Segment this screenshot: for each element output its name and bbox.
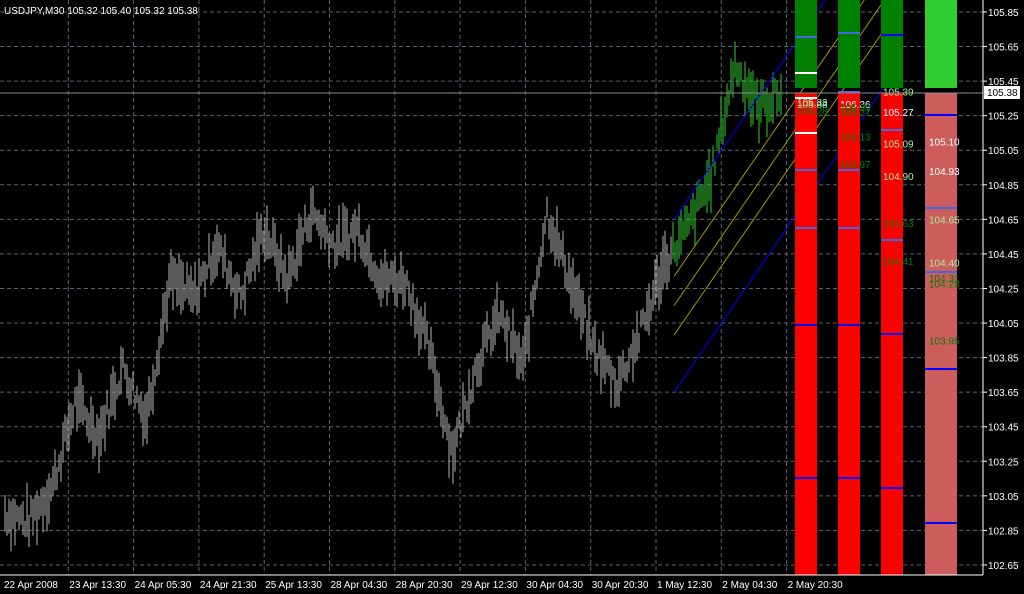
y-tick-label: 103.65 [988,388,1019,399]
y-tick-label: 105.05 [988,146,1019,157]
pivot-label: 105.13 [840,132,871,143]
grid [0,0,983,575]
x-tick-label: 2 May 04:30 [722,580,777,591]
pivot-label: 105.27 [840,108,871,119]
pivot-label: 105.27 [883,108,914,119]
pivot-green-zone [795,0,817,88]
pivot-level [795,477,817,479]
pivot-level [795,72,817,74]
y-tick-label: 104.65 [988,215,1019,226]
y-tick-label: 104.45 [988,250,1019,261]
y-tick-label: 103.45 [988,423,1019,434]
pivot-label: 104.41 [883,257,914,268]
time-axis: 22 Apr 2008 23 Apr 13:30 24 Apr 05:30 24 Ap… [4,580,843,591]
price-bars [4,41,782,552]
pivot-level [838,32,860,34]
pivot-label: 103.95 [929,336,960,347]
pivot-level [838,324,860,326]
pivot-label: 104.97 [840,160,871,171]
pivot-level [925,522,957,524]
current-price-label: 105.38 [987,88,1018,99]
pivot-red-zone [795,93,817,575]
pivot-green-zone [881,0,903,88]
x-tick-label: 30 Apr 04:30 [526,580,583,591]
y-tick-label: 103.25 [988,457,1019,468]
y-tick-label: 105.25 [988,112,1019,123]
x-tick-label: 30 Apr 20:30 [592,580,649,591]
pivot-columns: 105.88105.28105.33 106.36105.30105.27105.… [795,0,960,575]
x-tick-label: 22 Apr 2008 [4,580,58,591]
pivot-level [881,333,903,335]
pivot-level [795,132,817,134]
pivot-level [795,324,817,326]
pivot-level [795,36,817,38]
pivot-label: 105.33 [797,98,828,109]
y-tick-label: 105.85 [988,8,1019,19]
y-tick-label: 103.85 [988,354,1019,365]
x-tick-label: 29 Apr 12:30 [461,580,518,591]
x-tick-label: 2 May 20:30 [788,580,843,591]
pivot-label: 105.09 [883,139,914,150]
pivot-label: 104.65 [929,215,960,226]
x-tick-label: 23 Apr 13:30 [69,580,126,591]
pivot-green-zone [925,0,957,88]
pivot-label: 104.63 [883,219,914,230]
pivot-level [838,477,860,479]
pivot-label: 104.93 [929,167,960,178]
x-tick-label: 25 Apr 13:30 [265,580,322,591]
pivot-red-zone [925,93,957,575]
x-tick-label: 24 Apr 05:30 [135,580,192,591]
y-tick-label: 102.65 [988,561,1019,572]
pivot-green-zone [838,0,860,88]
y-tick-label: 105.65 [988,43,1019,54]
y-tick-label: 104.25 [988,284,1019,295]
x-tick-label: 28 Apr 04:30 [331,580,388,591]
pivot-label: 104.40 [929,259,960,270]
pivot-level [795,169,817,171]
y-tick-label: 103.05 [988,492,1019,503]
y-tick-label: 102.85 [988,526,1019,537]
price-chart: 105.88105.28105.33 106.36105.30105.27105.… [0,0,1020,591]
pivot-level [881,487,903,489]
pivot-level [881,34,903,36]
pivot-level [925,114,957,116]
pivot-label: 104.90 [883,172,914,183]
pivot-level [925,271,957,273]
pivot-level [925,368,957,370]
chart-title: USDJPY,M30 105.32 105.40 105.32 105.38 [4,6,198,17]
x-tick-label: 1 May 12:30 [657,580,712,591]
pivot-level [925,207,957,209]
pivot-level [795,227,817,229]
y-tick-label: 104.85 [988,181,1019,192]
pivot-label: 104.28 [929,279,960,290]
pivot-label: 105.10 [929,138,960,149]
x-tick-label: 24 Apr 21:30 [200,580,257,591]
y-tick-label: 104.05 [988,319,1019,330]
pivot-level [838,227,860,229]
pivot-level [881,129,903,131]
pivot-level [881,239,903,241]
x-tick-label: 28 Apr 20:30 [396,580,453,591]
